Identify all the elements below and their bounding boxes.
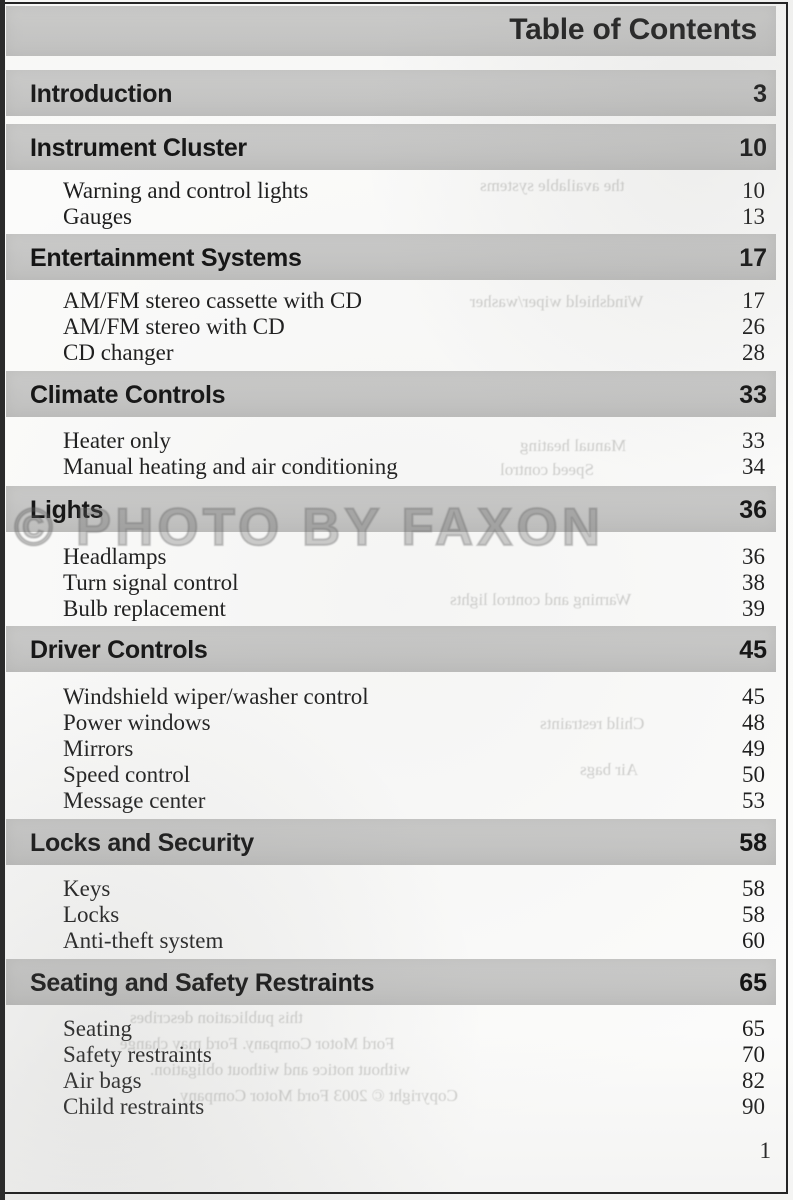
toc-entry-page-number: 50 bbox=[742, 762, 765, 787]
toc-entry-page-number: 45 bbox=[742, 684, 765, 709]
toc-entry-label[interactable]: Speed control bbox=[63, 762, 190, 788]
toc-entry-label[interactable]: AM/FM stereo cassette with CD bbox=[63, 288, 362, 314]
toc-entry-label[interactable]: Windshield wiper/washer control bbox=[63, 684, 369, 710]
toc-entry-label[interactable]: CD changer bbox=[63, 340, 174, 366]
toc-entry-page-number: 36 bbox=[742, 544, 765, 569]
toc-entry-page-number: 26 bbox=[742, 314, 765, 339]
toc-entry-page-number: 33 bbox=[742, 428, 765, 453]
section-bar-lights[interactable] bbox=[6, 486, 776, 532]
toc-entry-page-number: 49 bbox=[742, 736, 765, 761]
toc-entry-page-number: 13 bbox=[742, 204, 765, 229]
toc-entry-page-number: 58 bbox=[742, 902, 765, 927]
toc-entry-label[interactable]: Seating bbox=[63, 1016, 132, 1042]
toc-entry-label[interactable]: Locks bbox=[63, 902, 119, 928]
toc-entry-page-number: 90 bbox=[742, 1094, 765, 1119]
toc-entry-label[interactable]: Anti-theft system bbox=[63, 928, 223, 954]
toc-entry-page-number: 48 bbox=[742, 710, 765, 735]
toc-entry-page-number: 10 bbox=[742, 178, 765, 203]
toc-entry-label[interactable]: Mirrors bbox=[63, 736, 133, 762]
toc-entry-label[interactable]: Safety restraints bbox=[63, 1042, 212, 1068]
toc-entry-page-number: 39 bbox=[742, 596, 765, 621]
section-title-driver-controls: Driver Controls bbox=[30, 636, 208, 664]
toc-entry-page-number: 58 bbox=[742, 876, 765, 901]
toc-entry-page-number: 34 bbox=[742, 454, 765, 479]
section-page-number-lights: 36 bbox=[739, 496, 767, 524]
table-of-contents: Table of Contents Introduction 3 Instrumen… bbox=[0, 0, 793, 1200]
toc-entry-label[interactable]: Bulb replacement bbox=[63, 596, 226, 622]
section-page-number-instrument-cluster: 10 bbox=[739, 134, 767, 162]
section-title-seating-and-safety-restraints: Seating and Safety Restraints bbox=[30, 969, 375, 997]
scanned-toc-page: the available systems Windshield wiper/wa… bbox=[0, 0, 793, 1200]
toc-entry-page-number: 38 bbox=[742, 570, 765, 595]
toc-entry-label[interactable]: Message center bbox=[63, 788, 205, 814]
toc-entry-page-number: 65 bbox=[742, 1016, 765, 1041]
toc-entry-label[interactable]: Warning and control lights bbox=[63, 178, 308, 204]
toc-entry-page-number: 70 bbox=[742, 1042, 765, 1067]
section-title-locks-and-security: Locks and Security bbox=[30, 829, 254, 857]
toc-entry-label[interactable]: Manual heating and air conditioning bbox=[63, 454, 398, 480]
toc-entry-label[interactable]: Keys bbox=[63, 876, 110, 902]
toc-entry-page-number: 28 bbox=[742, 340, 765, 365]
section-page-number-locks-and-security: 58 bbox=[739, 829, 767, 857]
section-page-number-driver-controls: 45 bbox=[739, 636, 767, 664]
section-page-number-seating-and-safety-restraints: 65 bbox=[739, 969, 767, 997]
toc-entry-label[interactable]: Gauges bbox=[63, 204, 132, 230]
section-page-number-climate-controls: 33 bbox=[739, 381, 767, 409]
section-page-number-entertainment-systems: 17 bbox=[739, 244, 767, 272]
toc-entry-label[interactable]: Headlamps bbox=[63, 544, 166, 570]
toc-entry-page-number: 17 bbox=[742, 288, 765, 313]
toc-entry-label[interactable]: AM/FM stereo with CD bbox=[63, 314, 285, 340]
toc-entry-page-number: 82 bbox=[742, 1068, 765, 1093]
page-folio-number: 1 bbox=[759, 1138, 772, 1163]
toc-entry-page-number: 53 bbox=[742, 788, 765, 813]
toc-entry-label[interactable]: Air bags bbox=[63, 1068, 142, 1094]
toc-entry-label[interactable]: Child restraints bbox=[63, 1094, 204, 1120]
section-title-lights: Lights bbox=[30, 496, 104, 524]
toc-entry-label[interactable]: Turn signal control bbox=[63, 570, 239, 596]
page-title: Table of Contents bbox=[509, 13, 757, 46]
section-title-climate-controls: Climate Controls bbox=[30, 381, 226, 409]
toc-entry-page-number: 60 bbox=[742, 928, 765, 953]
section-title-entertainment-systems: Entertainment Systems bbox=[30, 244, 302, 272]
section-page-number-introduction: 3 bbox=[753, 80, 767, 108]
toc-entry-label[interactable]: Power windows bbox=[63, 710, 211, 736]
section-title-instrument-cluster: Instrument Cluster bbox=[30, 134, 247, 162]
section-title-introduction: Introduction bbox=[30, 80, 173, 108]
toc-entry-label[interactable]: Heater only bbox=[63, 428, 171, 454]
